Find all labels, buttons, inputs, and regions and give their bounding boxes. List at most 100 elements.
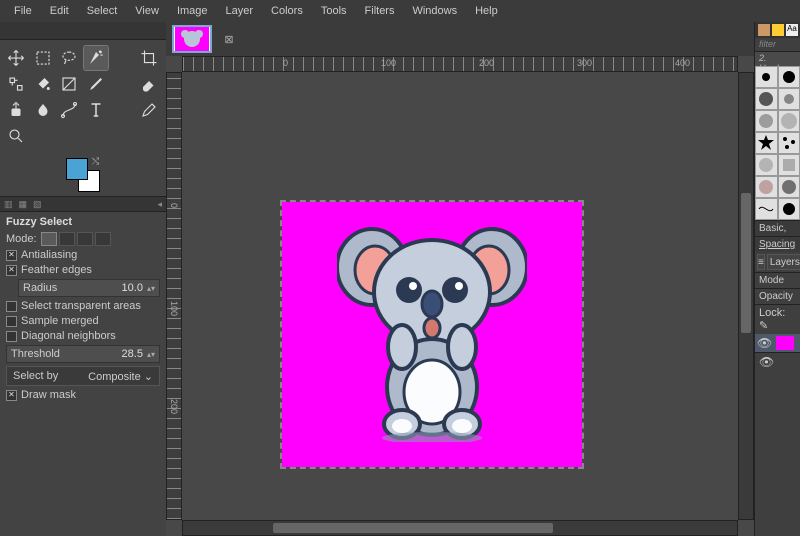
select-by-dropdown[interactable]: Select by Composite ⌄ xyxy=(6,366,160,386)
brush-preset[interactable] xyxy=(755,66,778,88)
tab-icon[interactable] xyxy=(758,24,770,36)
menu-image[interactable]: Image xyxy=(169,2,216,20)
transparent-checkbox[interactable] xyxy=(6,301,17,312)
brush-preset[interactable] xyxy=(778,198,800,220)
gradient-tool[interactable] xyxy=(57,72,81,96)
diagonal-row[interactable]: Diagonal neighbors xyxy=(6,330,160,342)
brush-preset[interactable] xyxy=(755,88,778,110)
text-tool[interactable] xyxy=(84,98,108,122)
layer-row[interactable]: 👁 xyxy=(755,334,800,352)
vertical-ruler[interactable]: 0 100 200 xyxy=(166,72,182,520)
spinner-icon[interactable]: ▴▾ xyxy=(147,284,155,293)
visibility-icon[interactable]: 👁 xyxy=(759,355,774,369)
tab-icon[interactable]: ▦ xyxy=(19,199,28,210)
menu-windows[interactable]: Windows xyxy=(404,2,465,20)
font-tab-icon[interactable]: Aa xyxy=(786,24,798,36)
feather-row[interactable]: Feather edges xyxy=(6,264,160,276)
scrollbar-thumb[interactable] xyxy=(741,193,751,333)
vertical-scrollbar[interactable] xyxy=(738,72,754,520)
brush-filter-input[interactable]: filter xyxy=(755,38,800,52)
layer-row-2[interactable]: 👁 xyxy=(755,352,800,371)
radius-slider[interactable]: Radius 10.0▴▾ xyxy=(18,279,160,297)
layer-thumbnail[interactable] xyxy=(776,336,794,350)
transform-tool[interactable] xyxy=(4,72,28,96)
paintbrush-tool[interactable] xyxy=(84,72,108,96)
foreground-color[interactable] xyxy=(66,158,88,180)
brush-preset[interactable] xyxy=(778,110,800,132)
rect-select-tool[interactable] xyxy=(31,46,55,70)
spacing-label[interactable]: Spacing xyxy=(755,236,800,252)
brush-preset[interactable] xyxy=(778,176,800,198)
horizontal-scrollbar[interactable] xyxy=(182,520,738,536)
brush-preset[interactable] xyxy=(778,132,800,154)
antialiasing-row[interactable]: Antialiasing xyxy=(6,249,160,261)
draw-mask-row[interactable]: Draw mask xyxy=(6,389,160,401)
threshold-slider[interactable]: Threshold 28.5 ▴▾ xyxy=(6,345,160,363)
brush-preset[interactable] xyxy=(778,154,800,176)
feather-checkbox[interactable] xyxy=(6,265,17,276)
threshold-label: Threshold xyxy=(11,348,60,360)
fuzzy-select-tool[interactable] xyxy=(84,46,108,70)
eraser-tool[interactable] xyxy=(137,72,161,96)
spinner-icon[interactable]: ▴▾ xyxy=(147,350,155,359)
move-tool[interactable] xyxy=(4,46,28,70)
tab-menu-icon[interactable]: ◂ xyxy=(157,199,162,210)
toolbox xyxy=(0,40,166,154)
path-tool[interactable] xyxy=(57,98,81,122)
horizontal-ruler[interactable]: 0 100 200 300 400 xyxy=(182,56,738,72)
brush-preset[interactable] xyxy=(755,154,778,176)
brush-preset[interactable] xyxy=(755,110,778,132)
image-tab[interactable] xyxy=(172,25,212,53)
antialiasing-checkbox[interactable] xyxy=(6,250,17,261)
mode-add[interactable] xyxy=(59,232,75,246)
image-canvas[interactable] xyxy=(282,202,582,467)
layers-tab-icon[interactable]: ≡ xyxy=(757,254,765,270)
scrollbar-thumb[interactable] xyxy=(273,523,553,533)
brush-lock-icon[interactable]: ✎ xyxy=(759,320,768,332)
menu-colors[interactable]: Colors xyxy=(263,2,311,20)
sample-merged-label: Sample merged xyxy=(21,315,99,327)
sample-merged-row[interactable]: Sample merged xyxy=(6,315,160,327)
diagonal-checkbox[interactable] xyxy=(6,331,17,342)
layers-label[interactable]: Layers xyxy=(767,254,800,270)
ruler-tick: 400 xyxy=(675,58,690,68)
menu-edit[interactable]: Edit xyxy=(42,2,77,20)
menu-select[interactable]: Select xyxy=(79,2,126,20)
tab-icon[interactable] xyxy=(772,24,784,36)
mode-subtract[interactable] xyxy=(77,232,93,246)
ruler-tick: 300 xyxy=(577,58,592,68)
draw-mask-checkbox[interactable] xyxy=(6,390,17,401)
tab-close-button[interactable]: ⊠ xyxy=(218,28,240,50)
menu-tools[interactable]: Tools xyxy=(313,2,355,20)
opacity-label[interactable]: Opacity xyxy=(755,288,800,304)
brush-preset[interactable] xyxy=(755,176,778,198)
sample-merged-checkbox[interactable] xyxy=(6,316,17,327)
clone-tool[interactable] xyxy=(4,98,28,122)
crop-tool[interactable] xyxy=(137,46,161,70)
menu-layer[interactable]: Layer xyxy=(218,2,262,20)
tab-icon[interactable]: ▥ xyxy=(4,199,13,210)
menu-help[interactable]: Help xyxy=(467,2,506,20)
transparent-row[interactable]: Select transparent areas xyxy=(6,300,160,312)
brush-preset[interactable] xyxy=(755,198,778,220)
mode-replace[interactable] xyxy=(41,232,57,246)
visibility-icon[interactable]: 👁 xyxy=(757,336,772,350)
menu-file[interactable]: File xyxy=(6,2,40,20)
brush-preset[interactable] xyxy=(778,88,800,110)
swap-colors-icon[interactable]: ⤭ xyxy=(92,156,99,167)
smudge-tool[interactable] xyxy=(31,98,55,122)
threshold-value: 28.5 xyxy=(122,348,143,360)
brush-preset[interactable] xyxy=(755,132,778,154)
color-picker-tool[interactable] xyxy=(137,98,161,122)
bucket-fill-tool[interactable] xyxy=(31,72,55,96)
zoom-tool[interactable] xyxy=(4,124,28,148)
tab-icon[interactable]: ▧ xyxy=(33,199,42,210)
brush-preset[interactable] xyxy=(778,66,800,88)
free-select-tool[interactable] xyxy=(57,46,81,70)
mode-intersect[interactable] xyxy=(95,232,111,246)
menu-view[interactable]: View xyxy=(127,2,167,20)
mode-label[interactable]: Mode xyxy=(755,272,800,288)
image-viewport[interactable] xyxy=(182,72,738,520)
menu-filters[interactable]: Filters xyxy=(357,2,403,20)
radius-value: 10.0 xyxy=(122,282,143,294)
